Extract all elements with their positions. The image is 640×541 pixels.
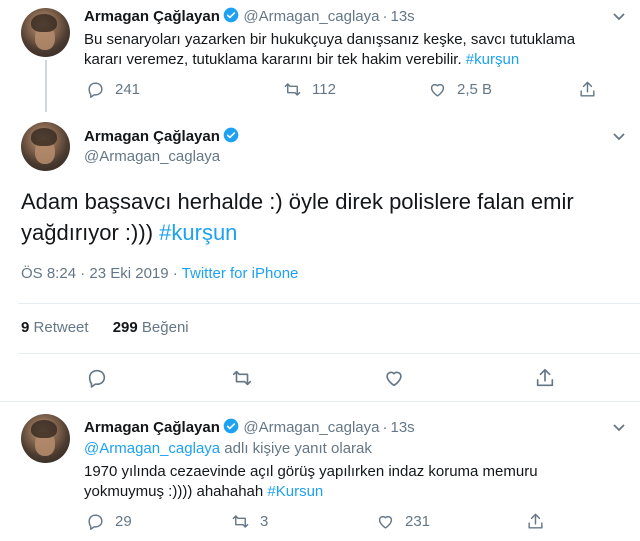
tweet-actions: 29 3 231	[86, 512, 545, 531]
tweet-text-fragment: kararı veremez, tutuklama kararını bir t…	[84, 51, 466, 68]
separator-dot: ·	[382, 419, 388, 436]
tweet-text-line: kararı veremez, tutuklama kararını bir t…	[84, 50, 624, 70]
divider	[18, 353, 640, 354]
reply-icon	[88, 369, 106, 388]
share-button[interactable]	[578, 80, 597, 99]
author-name[interactable]: Armagan Çağlayan	[84, 128, 220, 145]
like-stat-label: Beğeni	[141, 319, 189, 336]
caret-down-icon[interactable]	[612, 423, 626, 433]
hashtag-link[interactable]: #kurşun	[466, 51, 519, 68]
retweet-stat[interactable]: 9 Retweet	[21, 319, 89, 336]
share-icon	[536, 368, 554, 387]
like-count: 2,5 B	[457, 81, 493, 98]
avatar[interactable]	[21, 414, 70, 463]
like-stat[interactable]: 299 Beğeni	[113, 319, 189, 336]
engagement-stats: 9 Retweet 299 Beğeni	[21, 319, 189, 336]
share-icon	[580, 81, 595, 97]
tweet-text: 1970 yılında cezaevinde açıl görüş yapıl…	[84, 462, 624, 502]
tweet-text: Adam başsavcı herhalde :) öyle direk pol…	[21, 186, 631, 248]
reply-button[interactable]: 241	[86, 80, 283, 99]
retweet-icon	[284, 83, 301, 96]
like-button[interactable]: 2,5 B	[428, 80, 578, 99]
retweet-count: 112	[312, 81, 336, 98]
divider	[18, 303, 640, 304]
reply-count: 29	[115, 513, 132, 530]
avatar[interactable]	[21, 8, 70, 57]
like-button[interactable]	[383, 367, 534, 389]
share-button[interactable]	[526, 512, 545, 531]
caret-down-icon[interactable]	[612, 12, 626, 22]
author-handle[interactable]: @Armagan_caglaya	[243, 8, 379, 25]
tweet-actions: 241 112 2,5 B	[86, 80, 597, 99]
share-icon	[528, 513, 543, 529]
verified-badge-icon	[223, 418, 239, 434]
author-name[interactable]: Armagan Çağlayan	[84, 419, 220, 436]
tweet-text-fragment: yokmuymuş :)))) ahahahah	[84, 483, 268, 500]
like-stat-count: 299	[112, 319, 138, 336]
reply-context: @Armagan_caglaya adlı kişiye yanıt olara…	[84, 440, 372, 457]
reply-count: 241	[115, 81, 141, 98]
like-count: 231	[405, 513, 431, 530]
tweet-actions	[86, 367, 556, 389]
thread-line	[45, 60, 47, 112]
tweet-header: Armagan Çağlayan @Armagan_caglaya · 13s	[84, 418, 415, 437]
verified-badge-icon	[223, 127, 239, 143]
tweet-parent[interactable]: Armagan Çağlayan @Armagan_caglaya · 13s Bu…	[0, 0, 640, 112]
tweet-reply[interactable]: Armagan Çağlayan @Armagan_caglaya · 13s @A…	[0, 402, 640, 541]
retweet-icon	[232, 370, 252, 386]
tweet-focused: Armagan Çağlayan @Armagan_caglaya Adam b…	[0, 110, 640, 400]
retweet-icon	[232, 515, 249, 528]
retweet-button[interactable]: 3	[231, 512, 376, 531]
hashtag-link[interactable]: #kurşun	[159, 220, 237, 245]
tweet-timestamp[interactable]: ÖS 8:24 · 23 Eki 2019 ·	[21, 265, 182, 282]
tweet-time[interactable]: 13s	[390, 419, 414, 436]
author-name[interactable]: Armagan Çağlayan	[84, 8, 220, 25]
tweet-text-line: Bu senaryoları yazarken bir hukukçuya da…	[84, 31, 576, 48]
share-button[interactable]	[534, 367, 556, 389]
tweet-text-line: 1970 yılında cezaevinde açıl görüş yapıl…	[84, 463, 538, 480]
reply-mention-link[interactable]: @Armagan_caglaya	[84, 440, 220, 457]
tweet-source-link[interactable]: Twitter for iPhone	[182, 265, 299, 282]
tweet-text-line: yokmuymuş :)))) ahahahah #Kursun	[84, 482, 624, 502]
reply-icon	[88, 82, 103, 98]
like-button[interactable]: 231	[376, 512, 526, 531]
like-icon	[386, 371, 402, 387]
tweet-meta: ÖS 8:24 · 23 Eki 2019 · Twitter for iPho…	[21, 265, 298, 282]
reply-button[interactable]: 29	[86, 512, 231, 531]
reply-context-text: adlı kişiye yanıt olarak	[220, 440, 372, 457]
author-handle[interactable]: @Armagan_caglaya	[243, 419, 379, 436]
tweet-time[interactable]: 13s	[390, 8, 414, 25]
reply-icon	[88, 514, 103, 530]
tweet-text: Bu senaryoları yazarken bir hukukçuya da…	[84, 30, 624, 70]
reply-button[interactable]	[86, 367, 231, 389]
like-icon	[378, 515, 393, 529]
like-icon	[430, 83, 445, 97]
tweet-header: Armagan Çağlayan @Armagan_caglaya · 13s	[84, 7, 415, 26]
retweet-count: 3	[260, 513, 269, 530]
tweet-text-fragment: yağdırıyor :)))	[21, 220, 160, 245]
tweet-text-line: yağdırıyor :))) #kurşun	[21, 217, 631, 248]
verified-badge-icon	[223, 7, 239, 23]
retweet-stat-count: 9	[21, 319, 30, 336]
retweet-stat-label: Retweet	[33, 319, 89, 336]
tweet-text-line: Adam başsavcı herhalde :) öyle direk pol…	[21, 189, 574, 214]
hashtag-link[interactable]: #Kursun	[267, 483, 323, 500]
author-handle[interactable]: @Armagan_caglaya	[84, 148, 220, 165]
retweet-button[interactable]	[231, 367, 383, 389]
separator-dot: ·	[382, 8, 388, 25]
tweet-header: Armagan Çağlayan	[84, 127, 239, 146]
retweet-button[interactable]: 112	[283, 80, 428, 99]
caret-down-icon[interactable]	[612, 132, 626, 142]
avatar[interactable]	[21, 122, 70, 171]
